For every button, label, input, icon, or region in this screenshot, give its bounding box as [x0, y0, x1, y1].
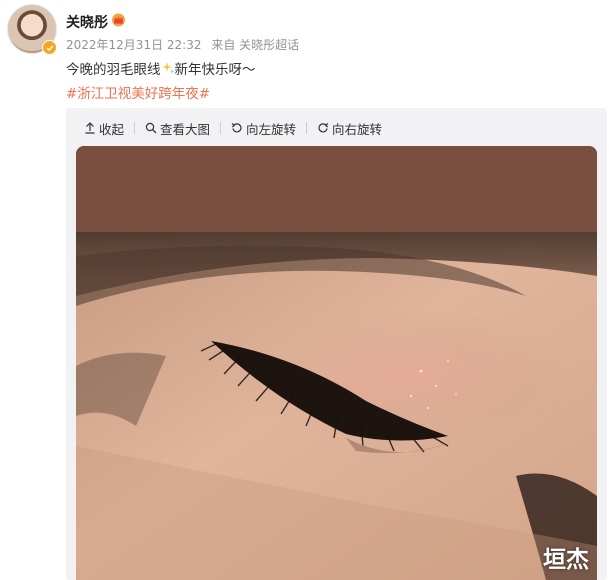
collapse-arrow-icon [85, 122, 95, 134]
post-timestamp[interactable]: 2022年12月31日 22:32 [66, 38, 201, 52]
post-text-before: 今晚的羽毛眼线 [66, 62, 161, 78]
image-toolbar: 收起 查看大图 向左旋转 向右旋转 [84, 119, 382, 138]
vip-crown-icon[interactable] [110, 12, 127, 27]
collapse-button[interactable]: 收起 [84, 119, 124, 138]
zoom-icon [145, 122, 157, 134]
rotate-left-button[interactable]: 向左旋转 [231, 119, 296, 138]
divider [306, 122, 308, 134]
photo-watermark: 垣杰 [543, 547, 589, 573]
view-large-label: 查看大图 [160, 121, 211, 137]
sparkle-emoji-icon [161, 62, 174, 74]
collapse-label: 收起 [99, 121, 125, 137]
rotate-left-label: 向左旋转 [246, 121, 297, 137]
post-meta: 2022年12月31日 22:32 来自 关晓彤超话 [66, 36, 305, 53]
image-viewer-panel: 收起 查看大图 向左旋转 向右旋转 垣杰 [66, 108, 607, 580]
post-source[interactable]: 来自 关晓彤超话 [211, 38, 299, 52]
verified-badge-icon [42, 40, 57, 55]
divider [134, 122, 136, 134]
view-large-button[interactable]: 查看大图 [145, 119, 210, 138]
post-text: 今晚的羽毛眼线 新年快乐呀～ [66, 58, 256, 78]
hashtag-link[interactable]: #浙江卫视美好跨年夜# [66, 82, 210, 102]
eye-makeup-photo [76, 146, 597, 580]
rotate-left-icon [231, 123, 242, 133]
username[interactable]: 关晓彤 [66, 12, 108, 32]
divider [220, 122, 222, 134]
rotate-right-label: 向右旋转 [332, 121, 383, 137]
post-text-after: 新年快乐呀～ [174, 62, 256, 78]
rotate-right-button[interactable]: 向右旋转 [317, 119, 382, 138]
post-photo[interactable]: 垣杰 [76, 146, 597, 580]
rotate-right-icon [318, 123, 329, 133]
